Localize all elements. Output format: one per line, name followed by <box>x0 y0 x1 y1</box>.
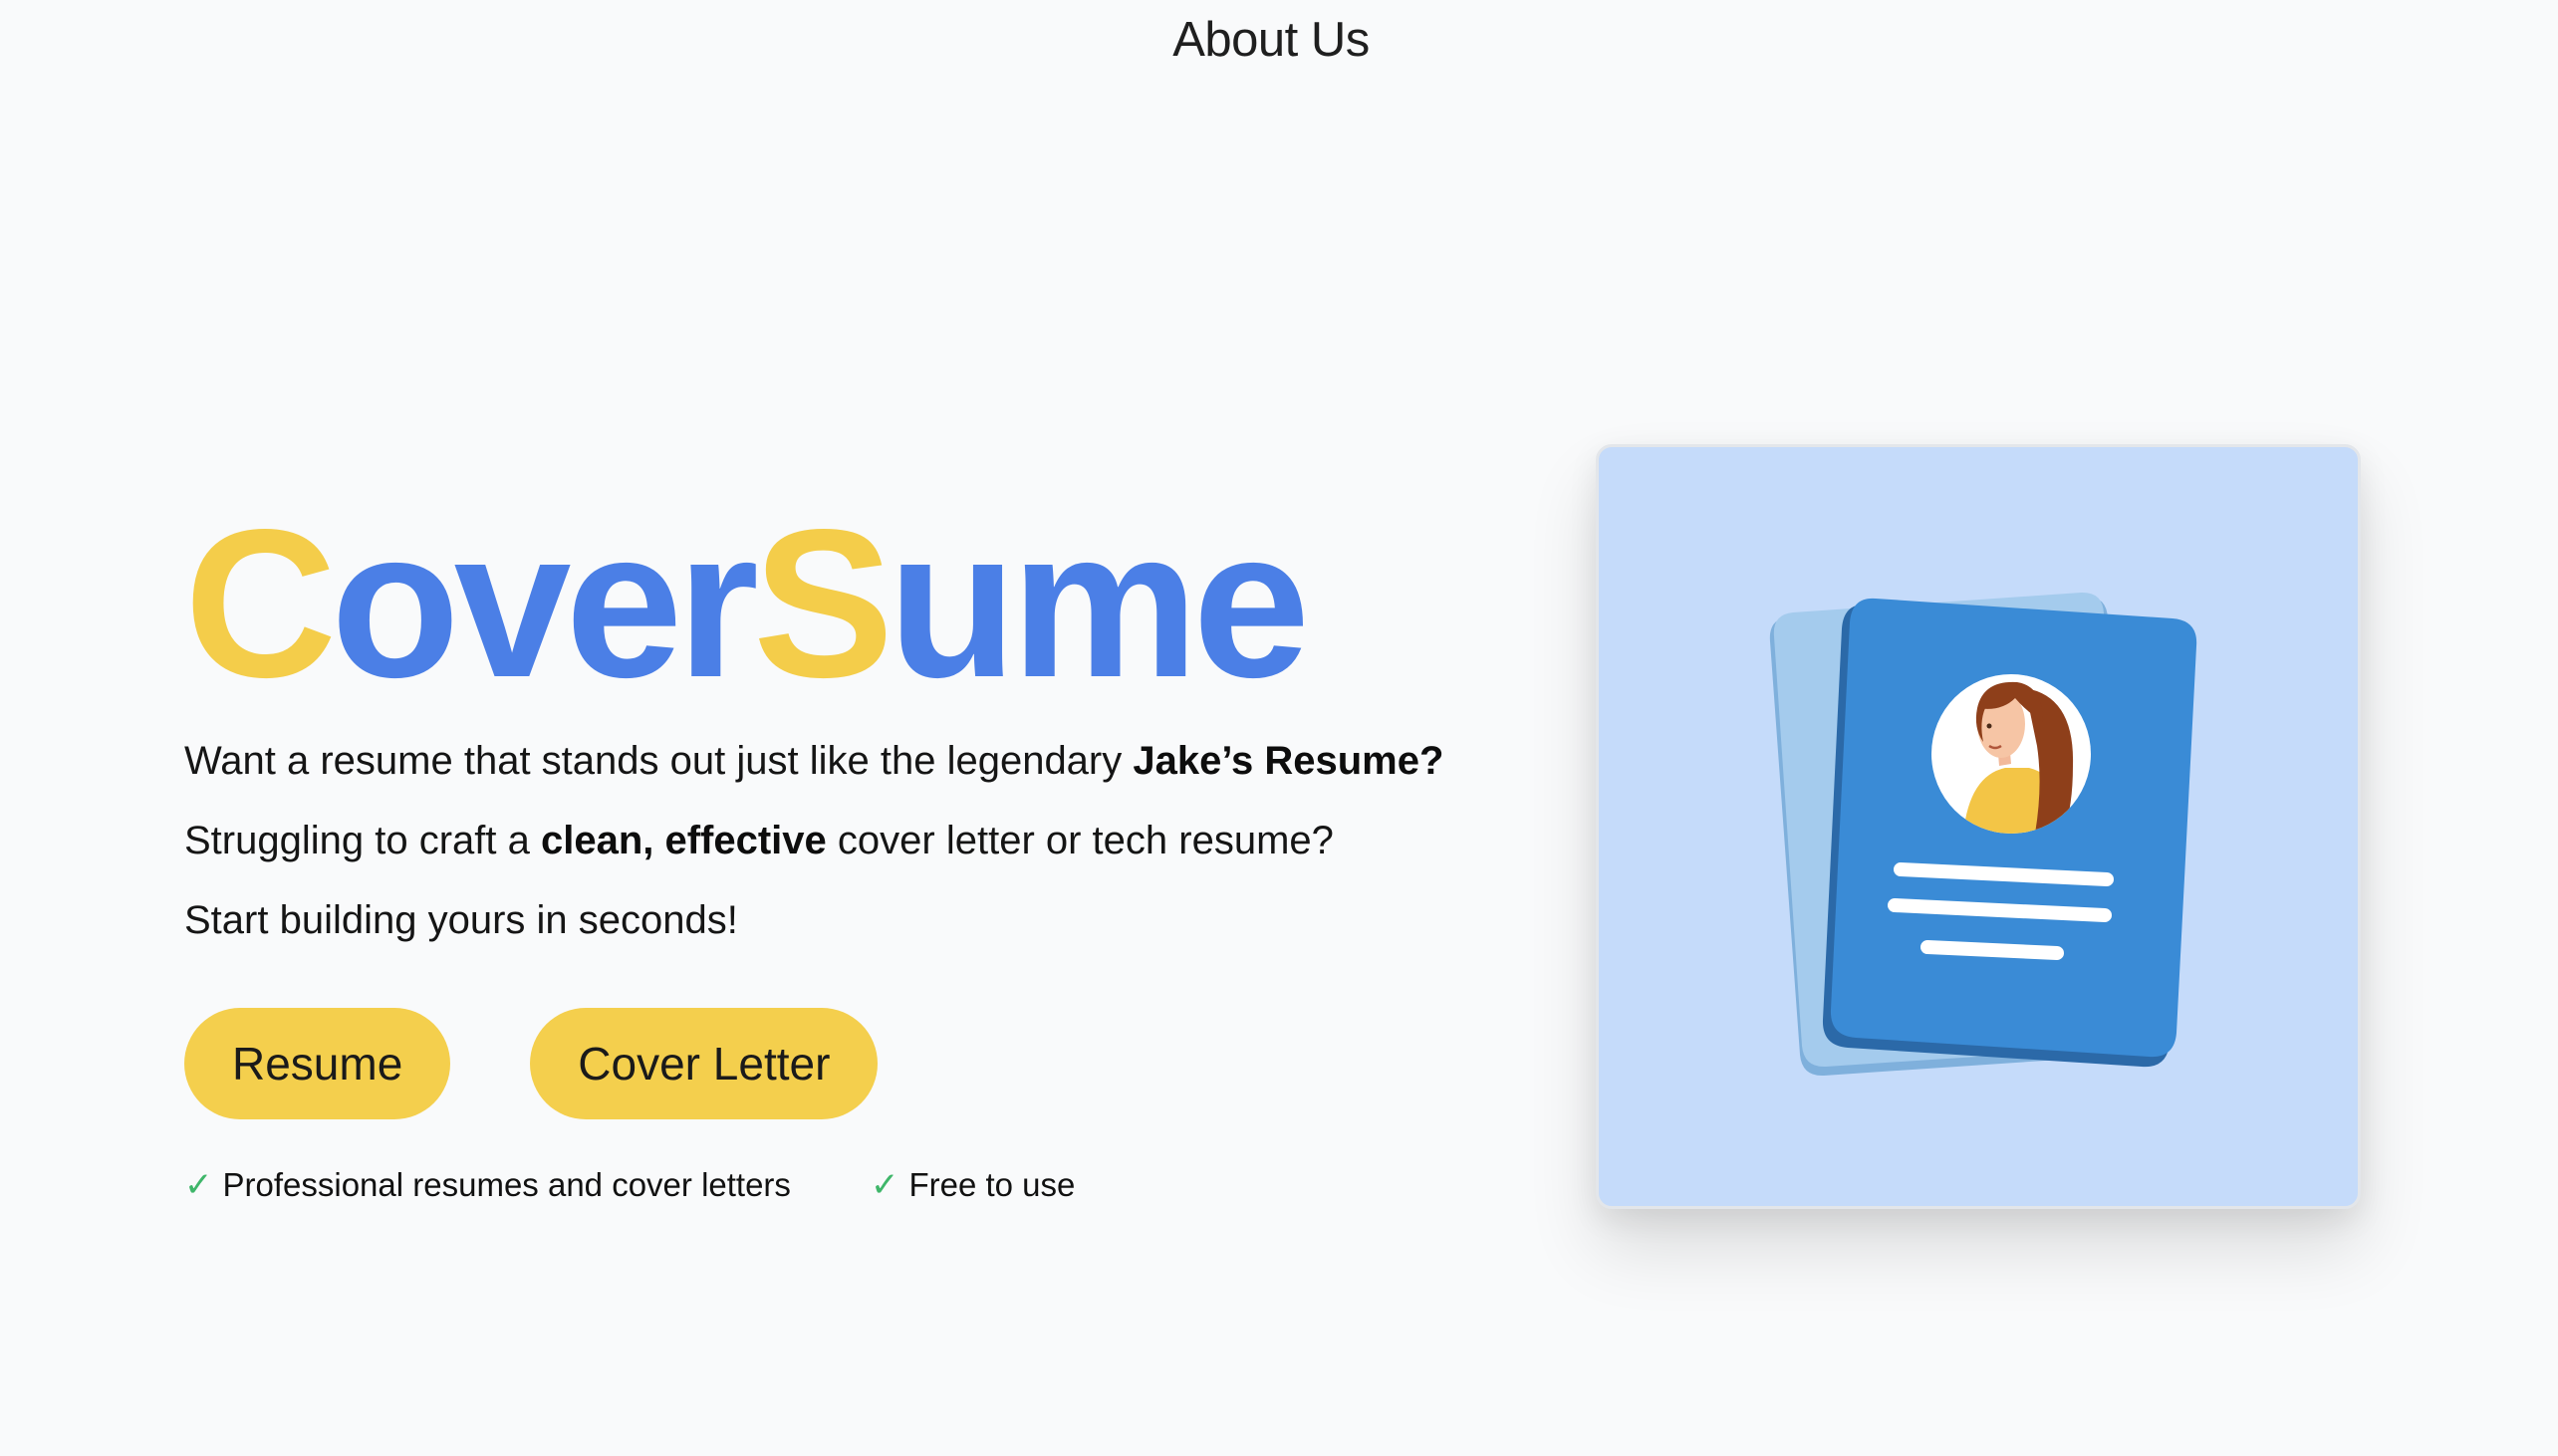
hero-description: Want a resume that stands out just like … <box>184 721 1479 960</box>
tagline-line-1: Want a resume that stands out just like … <box>184 721 1479 801</box>
hero-section: CoverSume Want a resume that stands out … <box>184 498 1479 1205</box>
tagline-1-bold: Jake’s Resume? <box>1133 739 1444 783</box>
tagline-2-suffix: cover letter or tech resume? <box>826 819 1334 862</box>
about-us-link[interactable]: About Us <box>0 12 2542 68</box>
logo-text-over: over <box>331 485 759 721</box>
resume-button[interactable]: Resume <box>184 1008 451 1119</box>
logo-initial-c: C <box>184 485 337 721</box>
avatar-illustration <box>1931 674 2091 834</box>
feature-label: Professional resumes and cover letters <box>222 1166 791 1203</box>
checkmark-icon: ✓ <box>184 1166 213 1204</box>
logo-initial-s: S <box>752 485 894 721</box>
illustration-card <box>1596 444 2361 1209</box>
checkmark-icon: ✓ <box>870 1166 899 1204</box>
tagline-2-prefix: Struggling to craft a <box>184 819 541 862</box>
feature-list: ✓ Professional resumes and cover letters… <box>184 1165 1479 1205</box>
cover-letter-button[interactable]: Cover Letter <box>530 1008 879 1119</box>
tagline-line-3: Start building yours in seconds! <box>184 898 738 942</box>
logo-text-ume: ume <box>888 485 1310 721</box>
brand-logo: CoverSume <box>184 498 1479 709</box>
resume-document-illustration <box>1769 592 2197 1077</box>
feature-item: ✓ Free to use <box>871 1165 1075 1205</box>
feature-item: ✓ Professional resumes and cover letters <box>184 1165 791 1205</box>
cta-buttons: Resume Cover Letter <box>184 1008 1479 1119</box>
tagline-line-2: Struggling to craft a clean, effective c… <box>184 801 1479 880</box>
feature-label: Free to use <box>908 1166 1076 1203</box>
tagline-2-bold: clean, effective <box>540 819 827 862</box>
landing-page: About Us CoverSume Want a resume that st… <box>0 0 2558 1456</box>
tagline-1-text: Want a resume that stands out just like … <box>184 739 1134 783</box>
